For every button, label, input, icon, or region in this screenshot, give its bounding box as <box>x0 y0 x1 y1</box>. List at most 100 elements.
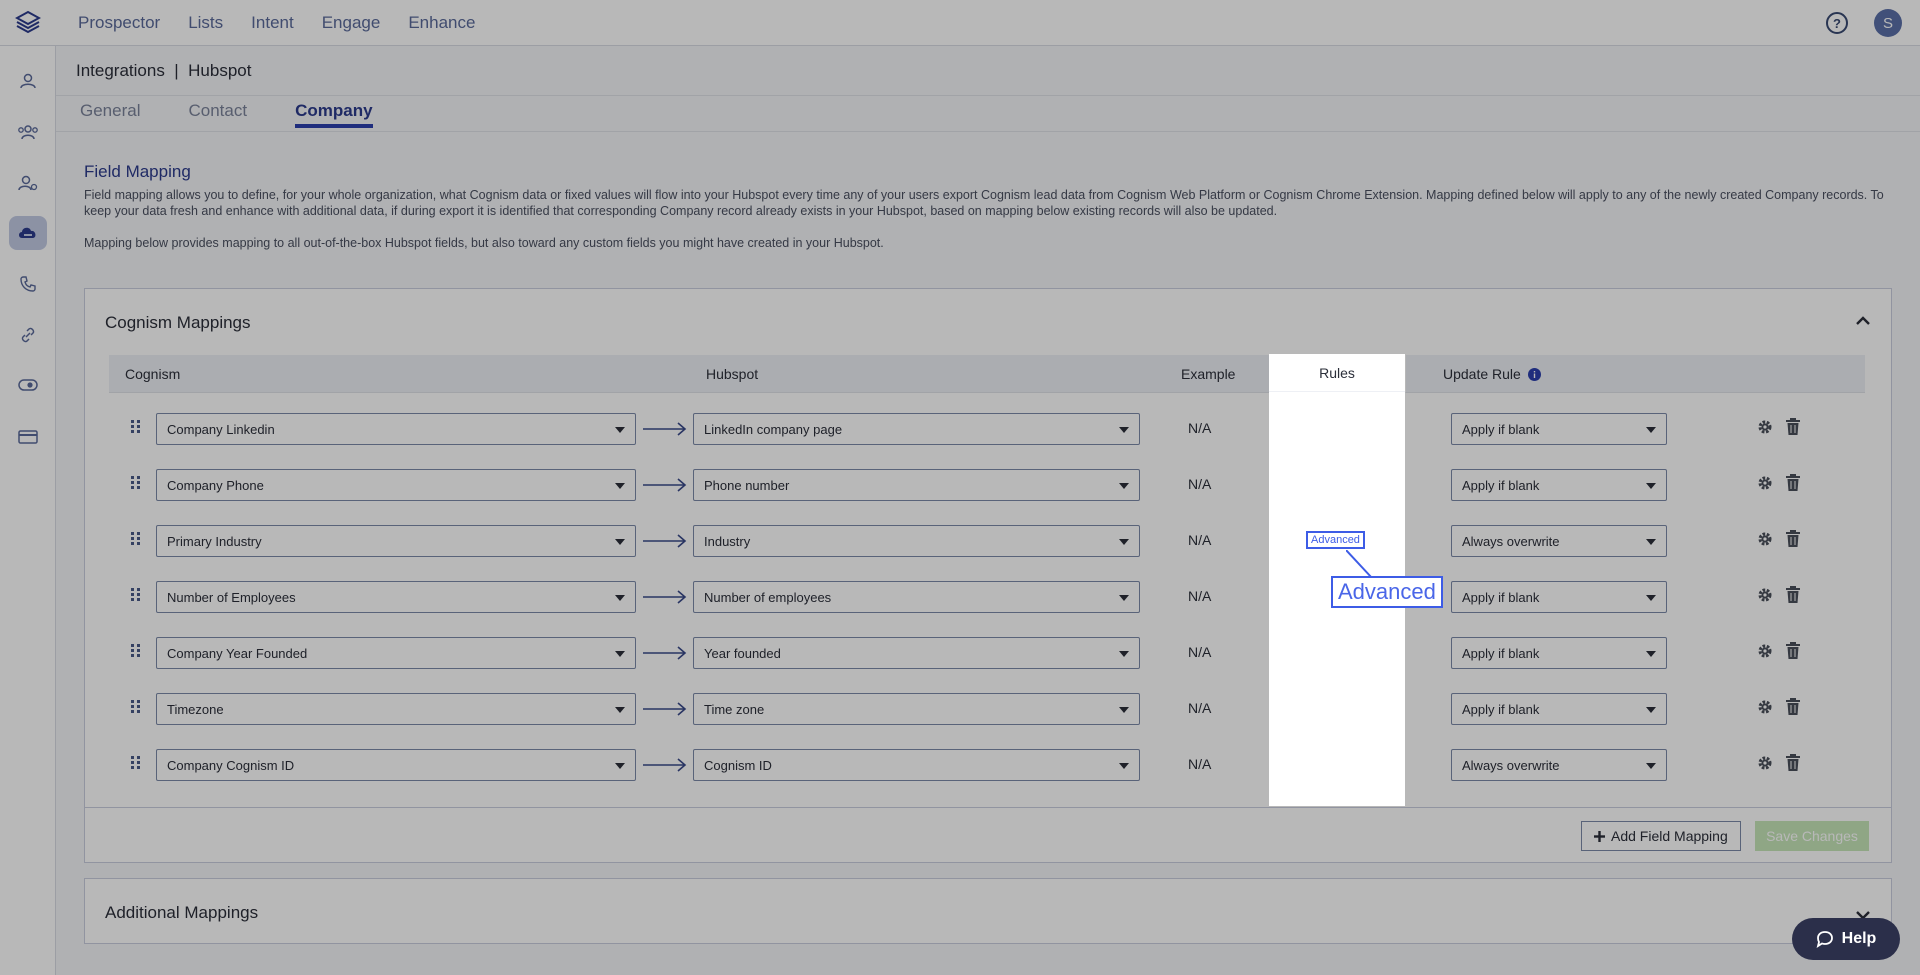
advanced-callout-label: Advanced <box>1331 576 1443 608</box>
hubspot-field-select[interactable]: Number of employees <box>693 581 1140 613</box>
update-rule-value: Always overwrite <box>1462 534 1560 549</box>
trash-icon[interactable] <box>1785 698 1801 716</box>
add-field-mapping-button[interactable]: Add Field Mapping <box>1581 821 1741 851</box>
nav-enhance[interactable]: Enhance <box>408 13 489 33</box>
tab-company[interactable]: Company <box>295 101 373 128</box>
update-rule-select[interactable]: Apply if blank <box>1451 637 1667 669</box>
trash-icon[interactable] <box>1785 474 1801 492</box>
advanced-rule-link[interactable]: Advanced <box>1306 531 1365 549</box>
tab-general[interactable]: General <box>80 101 140 128</box>
update-rule-select[interactable]: Apply if blank <box>1451 693 1667 725</box>
gear-icon[interactable] <box>1757 643 1773 659</box>
cognism-field-select[interactable]: Primary Industry <box>156 525 636 557</box>
example-value: N/A <box>1188 756 1212 772</box>
phone-icon[interactable] <box>9 267 47 301</box>
save-changes-button[interactable]: Save Changes <box>1755 821 1869 851</box>
update-rule-value: Always overwrite <box>1462 758 1560 773</box>
cognism-field-select[interactable]: Company Linkedin <box>156 413 636 445</box>
hubspot-field-select[interactable]: Cognism ID <box>693 749 1140 781</box>
nav-lists[interactable]: Lists <box>188 13 237 33</box>
team-icon[interactable] <box>9 115 47 149</box>
drag-handle-icon[interactable] <box>131 420 141 434</box>
drag-handle-icon[interactable] <box>131 644 141 658</box>
update-rule-value: Apply if blank <box>1462 478 1540 493</box>
update-rule-select[interactable]: Always overwrite <box>1451 525 1667 557</box>
gear-icon[interactable] <box>1757 699 1773 715</box>
gear-icon[interactable] <box>1757 475 1773 491</box>
gear-icon[interactable] <box>1757 419 1773 435</box>
drag-handle-icon[interactable] <box>131 476 141 490</box>
help-widget-label: Help <box>1841 930 1877 947</box>
eye-icon[interactable] <box>9 368 47 402</box>
hubspot-field-select[interactable]: Time zone <box>693 693 1140 725</box>
example-value: N/A <box>1188 532 1212 548</box>
avatar[interactable]: S <box>1874 9 1902 37</box>
drag-handle-icon[interactable] <box>131 532 141 546</box>
billing-card-icon[interactable] <box>9 420 47 454</box>
sidebar <box>0 46 56 975</box>
hubspot-field-select[interactable]: Year founded <box>693 637 1140 669</box>
cognism-field-value: Number of Employees <box>167 590 296 605</box>
gear-icon[interactable] <box>1757 587 1773 603</box>
update-rule-value: Apply if blank <box>1462 646 1540 661</box>
trash-icon[interactable] <box>1785 754 1801 772</box>
drag-handle-icon[interactable] <box>131 756 141 770</box>
arrow-right-icon <box>643 478 687 492</box>
help-widget-button[interactable]: Help <box>1792 918 1900 960</box>
cloud-integration-icon[interactable] <box>9 216 47 250</box>
chevron-down-icon <box>1119 763 1129 769</box>
hubspot-field-select[interactable]: LinkedIn company page <box>693 413 1140 445</box>
panel-title: Cognism Mappings <box>105 313 251 332</box>
mapping-row: Company Year Founded Year founded N/A Apply… <box>85 625 1891 681</box>
drag-handle-icon[interactable] <box>131 700 141 714</box>
trash-icon[interactable] <box>1785 586 1801 604</box>
update-rule-value: Apply if blank <box>1462 590 1540 605</box>
cognism-field-select[interactable]: Number of Employees <box>156 581 636 613</box>
hubspot-field-value: Industry <box>704 534 751 549</box>
hubspot-field-value: Time zone <box>704 702 765 717</box>
cognism-logo-icon[interactable] <box>0 0 56 46</box>
chevron-down-icon <box>1646 651 1656 657</box>
trash-icon[interactable] <box>1785 642 1801 660</box>
update-rule-select[interactable]: Always overwrite <box>1451 749 1667 781</box>
update-rule-select[interactable]: Apply if blank <box>1451 581 1667 613</box>
chevron-down-icon <box>615 651 625 657</box>
cognism-field-value: Primary Industry <box>167 534 262 549</box>
chevron-up-icon[interactable] <box>1855 313 1871 331</box>
cognism-mappings-panel: Cognism Mappings Cognism Hubspot Example… <box>84 288 1892 863</box>
hubspot-field-select[interactable]: Phone number <box>693 469 1140 501</box>
trash-icon[interactable] <box>1785 530 1801 548</box>
nav-engage[interactable]: Engage <box>322 13 395 33</box>
trash-icon[interactable] <box>1785 418 1801 436</box>
cognism-field-select[interactable]: Company Cognism ID <box>156 749 636 781</box>
chevron-down-icon <box>1119 595 1129 601</box>
gear-icon[interactable] <box>1757 531 1773 547</box>
chevron-down-icon <box>615 427 625 433</box>
nav-intent[interactable]: Intent <box>251 13 308 33</box>
cognism-field-select[interactable]: Company Year Founded <box>156 637 636 669</box>
chat-bubble-icon <box>1816 931 1833 948</box>
example-value: N/A <box>1188 700 1212 716</box>
additional-mappings-panel[interactable]: Additional Mappings <box>84 878 1892 944</box>
help-question-icon[interactable]: ? <box>1826 12 1848 34</box>
info-icon[interactable] <box>1527 368 1541 381</box>
cognism-field-select[interactable]: Company Phone <box>156 469 636 501</box>
nav-prospector[interactable]: Prospector <box>78 13 174 33</box>
tab-contact[interactable]: Contact <box>188 101 247 128</box>
chevron-down-icon <box>1646 707 1656 713</box>
arrow-right-icon <box>643 758 687 772</box>
column-header-example: Example <box>1181 366 1236 382</box>
cognism-field-value: Company Phone <box>167 478 264 493</box>
chevron-down-icon <box>615 539 625 545</box>
link-icon[interactable] <box>9 318 47 352</box>
hubspot-field-select[interactable]: Industry <box>693 525 1140 557</box>
user-settings-icon[interactable] <box>9 166 47 200</box>
cognism-field-select[interactable]: Timezone <box>156 693 636 725</box>
drag-handle-icon[interactable] <box>131 588 141 602</box>
update-rule-value: Apply if blank <box>1462 422 1540 437</box>
gear-icon[interactable] <box>1757 755 1773 771</box>
update-rule-select[interactable]: Apply if blank <box>1451 469 1667 501</box>
hubspot-field-value: Phone number <box>704 478 790 493</box>
user-icon[interactable] <box>9 64 47 98</box>
update-rule-select[interactable]: Apply if blank <box>1451 413 1667 445</box>
